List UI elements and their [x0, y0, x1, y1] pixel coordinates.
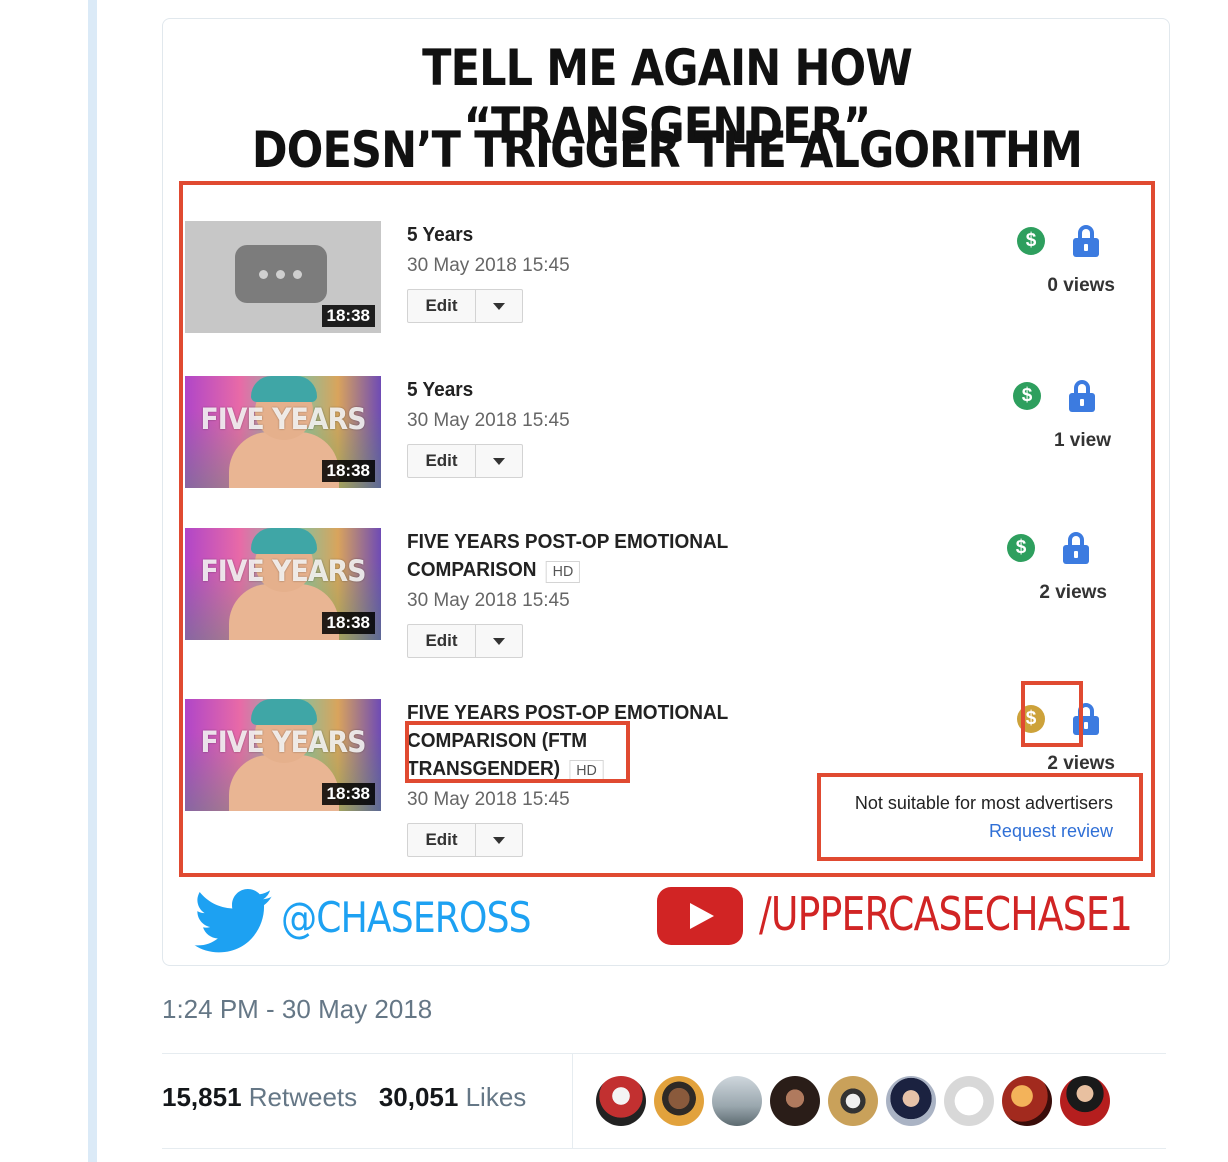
- thumbnail-text: FIVE YEARS: [200, 402, 366, 436]
- edit-button[interactable]: Edit: [408, 445, 476, 477]
- video-thumbnail[interactable]: FIVE YEARS 18:38: [185, 528, 381, 640]
- thumbnail-text: FIVE YEARS: [200, 725, 366, 759]
- monetization-icon[interactable]: $: [1007, 534, 1035, 562]
- retweets-count: 15,851: [162, 1082, 242, 1112]
- retweets-label: Retweets: [248, 1082, 358, 1112]
- video-views: 2 views: [1047, 753, 1115, 774]
- youtube-logo-icon: [657, 887, 743, 945]
- video-thumbnail[interactable]: FIVE YEARS 18:38: [185, 376, 381, 488]
- twitter-handle: @CHASEROSS: [281, 893, 532, 942]
- annotation-icon-highlight: [1021, 681, 1083, 747]
- video-date: 30 May 2018 15:45: [407, 255, 570, 276]
- avatar[interactable]: [944, 1076, 994, 1126]
- divider: [162, 1053, 1166, 1054]
- video-duration: 18:38: [321, 460, 375, 482]
- video-meta: 5 Years 30 May 2018 15:45 Edit: [407, 221, 787, 323]
- edit-dropdown-button[interactable]: [476, 290, 522, 322]
- avatar[interactable]: [886, 1076, 936, 1126]
- monetization-icon[interactable]: $: [1017, 227, 1045, 255]
- video-meta: 5 Years 30 May 2018 15:45 Edit: [407, 376, 787, 478]
- edit-dropdown-button[interactable]: [476, 625, 522, 657]
- lock-icon[interactable]: [1073, 225, 1099, 257]
- video-title-line: FIVE YEARS POST-OP EMOTIONAL: [407, 531, 729, 553]
- video-views: 1 view: [1053, 430, 1111, 451]
- edit-button-group: Edit: [407, 624, 523, 658]
- likes-label: Likes: [465, 1082, 527, 1112]
- video-duration: 18:38: [321, 305, 375, 327]
- avatar[interactable]: [1002, 1076, 1052, 1126]
- edit-button[interactable]: Edit: [408, 824, 476, 856]
- edit-dropdown-button[interactable]: [476, 824, 522, 856]
- video-date: 30 May 2018 15:45: [407, 410, 570, 431]
- thumbnail-text: FIVE YEARS: [200, 554, 366, 588]
- video-title[interactable]: FIVE YEARS POST-OP EMOTIONAL COMPARISON H…: [407, 528, 768, 584]
- edit-button-group: Edit: [407, 823, 523, 857]
- divider: [162, 1148, 1166, 1149]
- video-row: FIVE YEARS 18:38 5 Years 30 May 2018 15:…: [185, 376, 1145, 516]
- video-duration: 18:38: [321, 612, 375, 634]
- video-status-icons: $: [1013, 380, 1113, 414]
- edit-button-group: Edit: [407, 289, 523, 323]
- video-title[interactable]: 5 Years: [407, 376, 768, 404]
- monetization-icon[interactable]: $: [1013, 382, 1041, 410]
- caret-down-icon: [493, 302, 505, 310]
- annotation-note-highlight: [817, 773, 1143, 861]
- lock-icon[interactable]: [1069, 380, 1095, 412]
- hd-badge: HD: [545, 561, 580, 583]
- annotation-title-highlight: [405, 721, 630, 783]
- video-views: 2 views: [1039, 582, 1107, 603]
- timeline-rail: [88, 0, 97, 1162]
- video-date: 30 May 2018 15:45: [407, 789, 570, 810]
- avatar[interactable]: [1060, 1076, 1110, 1126]
- video-title-line: COMPARISON HD: [407, 556, 768, 584]
- stats-divider: [572, 1054, 573, 1148]
- avatar[interactable]: [712, 1076, 762, 1126]
- video-meta: FIVE YEARS POST-OP EMOTIONAL COMPARISON H…: [407, 528, 787, 658]
- retweets-stat[interactable]: 15,851 Retweets: [162, 1082, 357, 1112]
- video-thumbnail[interactable]: 18:38: [185, 221, 381, 333]
- lock-icon[interactable]: [1063, 532, 1089, 564]
- caret-down-icon: [493, 457, 505, 465]
- video-status-icons: $: [1007, 532, 1107, 566]
- image-footer-branding: @CHASEROSS /UPPERCASECHASE1: [163, 881, 1169, 961]
- video-views: 0 views: [1047, 275, 1115, 296]
- edit-dropdown-button[interactable]: [476, 445, 522, 477]
- tweet-stats: 15,851 Retweets 30,051 Likes: [162, 1082, 526, 1113]
- video-row: FIVE YEARS 18:38 FIVE YEARS POST-OP EMOT…: [185, 528, 1145, 668]
- headline-line-2: DOESN’T TRIGGER THE ALGORITHM: [251, 121, 1083, 179]
- edit-button-group: Edit: [407, 444, 523, 478]
- twitter-bird-icon: [194, 889, 273, 953]
- video-thumbnail[interactable]: FIVE YEARS 18:38: [185, 699, 381, 811]
- avatar[interactable]: [596, 1076, 646, 1126]
- avatar[interactable]: [828, 1076, 878, 1126]
- caret-down-icon: [493, 637, 505, 645]
- avatar[interactable]: [654, 1076, 704, 1126]
- tweet-media-image[interactable]: TELL ME AGAIN HOW “TRANSGENDER” DOESN’T …: [162, 18, 1170, 966]
- likes-count: 30,051: [378, 1082, 459, 1112]
- video-row: 18:38 5 Years 30 May 2018 15:45 Edit $ 0…: [185, 221, 1145, 361]
- edit-button[interactable]: Edit: [408, 290, 476, 322]
- video-title[interactable]: 5 Years: [407, 221, 768, 249]
- caret-down-icon: [493, 836, 505, 844]
- video-date: 30 May 2018 15:45: [407, 590, 570, 611]
- youtube-channel: /UPPERCASECHASE1: [759, 887, 1133, 941]
- video-status-icons: $: [1017, 225, 1117, 259]
- processing-icon: [235, 245, 327, 303]
- likes-stat[interactable]: 30,051 Likes: [379, 1082, 526, 1112]
- tweet-timestamp[interactable]: 1:24 PM - 30 May 2018: [162, 994, 432, 1025]
- edit-button[interactable]: Edit: [408, 625, 476, 657]
- video-duration: 18:38: [321, 783, 375, 805]
- avatar[interactable]: [770, 1076, 820, 1126]
